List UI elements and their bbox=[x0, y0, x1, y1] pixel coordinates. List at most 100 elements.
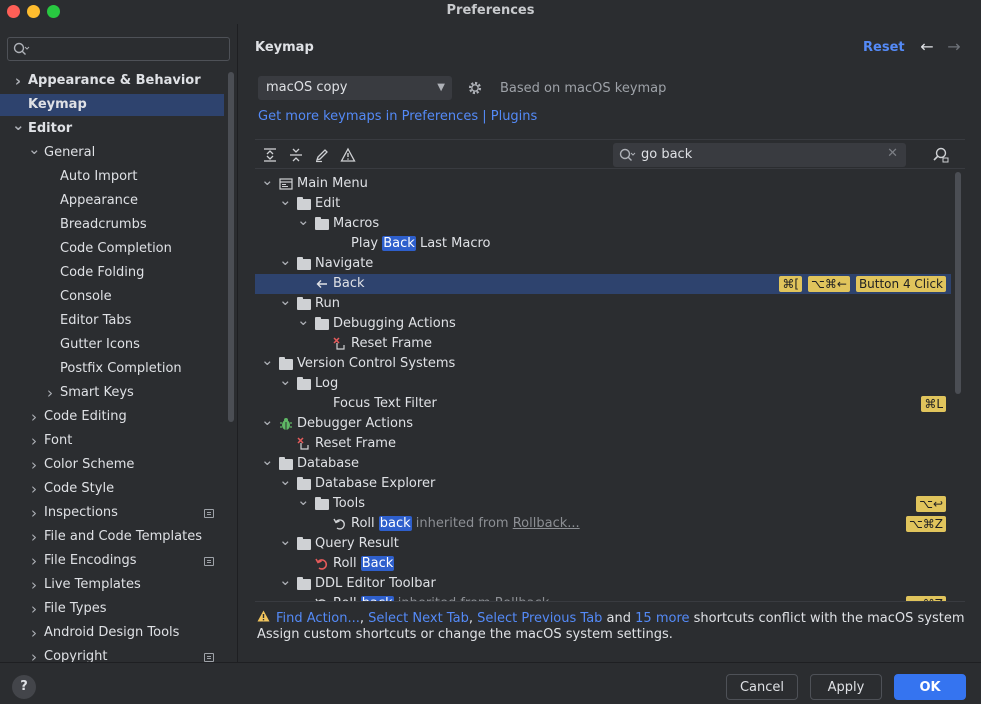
settings-search-input[interactable] bbox=[7, 37, 230, 61]
chevron-right-icon[interactable]: › bbox=[28, 574, 40, 596]
tree-row[interactable]: ⌄ DDL Editor Toolbar bbox=[255, 573, 951, 594]
sidebar-item-file-and-code-templates[interactable]: › File and Code Templates bbox=[0, 526, 224, 548]
tree-row[interactable]: ⌄ Version Control Systems bbox=[255, 353, 951, 374]
reset-button[interactable]: Reset bbox=[863, 40, 905, 55]
tree-row[interactable]: ⌄ Tools ⌥↩ bbox=[255, 493, 951, 514]
sidebar-item-copyright[interactable]: › Copyright bbox=[0, 646, 224, 662]
sidebar-item-auto-import[interactable]: Auto Import bbox=[0, 166, 224, 188]
sidebar-item-editor-tabs[interactable]: Editor Tabs bbox=[0, 310, 224, 332]
sidebar-item-color-scheme[interactable]: › Color Scheme bbox=[0, 454, 224, 476]
collapse-all-icon[interactable] bbox=[288, 147, 304, 163]
tree-row[interactable]: ⌄ Log bbox=[255, 373, 951, 394]
sidebar-item-appearance-behavior[interactable]: › Appearance & Behavior bbox=[0, 70, 224, 92]
sidebar-item-inspections[interactable]: › Inspections bbox=[0, 502, 224, 524]
chevron-right-icon[interactable]: › bbox=[44, 382, 56, 404]
inherited-action-link[interactable]: Rollback... bbox=[513, 516, 580, 531]
tree-row[interactable]: ⌄ Main Menu bbox=[255, 173, 951, 194]
tree-row[interactable]: Roll back inherited from Rollback ⌥⌘Z bbox=[255, 594, 951, 601]
find-action-link[interactable]: Find Action... bbox=[276, 611, 360, 626]
chevron-down-icon[interactable]: ⌄ bbox=[261, 353, 274, 368]
cancel-button[interactable]: Cancel bbox=[726, 674, 798, 700]
sidebar-item-keymap[interactable]: Keymap bbox=[0, 94, 224, 116]
tree-row[interactable]: Reset Frame bbox=[255, 334, 951, 354]
chevron-right-icon[interactable]: › bbox=[28, 526, 40, 548]
chevron-down-icon[interactable]: ⌄ bbox=[261, 173, 274, 188]
select-previous-tab-link[interactable]: Select Previous Tab bbox=[477, 611, 602, 626]
action-search-input[interactable]: go back ✕ bbox=[613, 143, 906, 167]
chevron-down-icon[interactable]: ⌄ bbox=[297, 213, 310, 228]
apply-button[interactable]: Apply bbox=[810, 674, 882, 700]
sidebar-item-code-style[interactable]: › Code Style bbox=[0, 478, 224, 500]
chevron-right-icon[interactable]: › bbox=[28, 550, 40, 572]
sidebar-item-code-folding[interactable]: Code Folding bbox=[0, 262, 224, 284]
more-conflicts-link[interactable]: 15 more bbox=[635, 611, 689, 626]
sidebar-item-file-encodings[interactable]: › File Encodings bbox=[0, 550, 224, 572]
sidebar-item-file-types[interactable]: › File Types bbox=[0, 598, 224, 620]
sidebar-item-general[interactable]: ⌄ General bbox=[0, 142, 224, 164]
chevron-down-icon[interactable]: ⌄ bbox=[261, 413, 274, 428]
chevron-right-icon[interactable]: › bbox=[28, 598, 40, 620]
select-next-tab-link[interactable]: Select Next Tab bbox=[368, 611, 469, 626]
chevron-right-icon[interactable]: › bbox=[28, 406, 40, 428]
tree-row[interactable]: Play Back Last Macro bbox=[255, 234, 951, 254]
sidebar-item-breadcrumbs[interactable]: Breadcrumbs bbox=[0, 214, 224, 236]
tree-row[interactable]: ⌄ Edit bbox=[255, 193, 951, 214]
expand-all-icon[interactable] bbox=[262, 147, 278, 163]
clear-search-icon[interactable]: ✕ bbox=[887, 146, 898, 161]
tree-row[interactable]: ⌄ Macros bbox=[255, 213, 951, 234]
tree-row[interactable]: ⌄ Database bbox=[255, 453, 951, 474]
chevron-right-icon[interactable]: › bbox=[28, 454, 40, 476]
help-button[interactable]: ? bbox=[12, 675, 36, 699]
tree-row[interactable]: ⌄ Debugging Actions bbox=[255, 313, 951, 334]
chevron-down-icon[interactable]: ⌄ bbox=[297, 313, 310, 328]
chevron-down-icon[interactable]: ⌄ bbox=[279, 253, 292, 268]
chevron-down-icon[interactable]: ⌄ bbox=[261, 453, 274, 468]
sidebar-item-postfix-completion[interactable]: Postfix Completion bbox=[0, 358, 224, 380]
edit-shortcut-icon[interactable] bbox=[314, 147, 330, 163]
chevron-right-icon[interactable]: › bbox=[28, 622, 40, 644]
ok-button[interactable]: OK bbox=[894, 674, 966, 700]
chevron-down-icon[interactable]: ⌄ bbox=[279, 533, 292, 548]
tree-row[interactable]: ⌄ Query Result bbox=[255, 533, 951, 554]
chevron-down-icon[interactable]: ⌄ bbox=[297, 493, 310, 508]
sidebar-item-editor[interactable]: ⌄ Editor bbox=[0, 118, 224, 140]
keymap-select[interactable]: macOS copy ▼ bbox=[258, 76, 452, 100]
chevron-down-icon[interactable]: ⌄ bbox=[279, 473, 292, 488]
sidebar-item-appearance[interactable]: Appearance bbox=[0, 190, 224, 212]
warning-icon[interactable] bbox=[340, 147, 356, 163]
chevron-down-icon[interactable]: ⌄ bbox=[279, 573, 292, 588]
sidebar-item-smart-keys[interactable]: › Smart Keys bbox=[0, 382, 224, 404]
chevron-right-icon[interactable]: › bbox=[28, 646, 40, 662]
sidebar-item-code-editing[interactable]: › Code Editing bbox=[0, 406, 224, 428]
chevron-right-icon[interactable]: › bbox=[28, 502, 40, 524]
sidebar-item-gutter-icons[interactable]: Gutter Icons bbox=[0, 334, 224, 356]
tree-scrollbar[interactable] bbox=[955, 172, 961, 394]
tree-row[interactable]: ⌄ Run bbox=[255, 293, 951, 314]
sidebar-item-console[interactable]: Console bbox=[0, 286, 224, 308]
sidebar-item-code-completion[interactable]: Code Completion bbox=[0, 238, 224, 260]
chevron-down-icon[interactable]: ⌄ bbox=[279, 293, 292, 308]
chevron-down-icon[interactable]: ⌄ bbox=[28, 142, 41, 164]
get-more-keymaps-link[interactable]: Get more keymaps in Preferences | Plugin… bbox=[258, 109, 537, 124]
tree-row[interactable]: ⌄ Navigate bbox=[255, 253, 951, 274]
tree-row[interactable]: ⌄ Database Explorer bbox=[255, 473, 951, 494]
tree-row[interactable]: Roll Back bbox=[255, 554, 951, 574]
tree-row[interactable]: ⌄ Debugger Actions bbox=[255, 413, 951, 434]
tree-row[interactable]: Back ⌘[⌥⌘← Button 4 Click bbox=[255, 274, 951, 294]
tree-row[interactable]: Focus Text Filter ⌘L bbox=[255, 394, 951, 414]
sidebar-item-android-design-tools[interactable]: › Android Design Tools bbox=[0, 622, 224, 644]
chevron-right-icon[interactable]: › bbox=[12, 70, 24, 92]
chevron-right-icon[interactable]: › bbox=[28, 478, 40, 500]
tree-row[interactable]: Reset Frame bbox=[255, 434, 951, 454]
arrow-left-icon[interactable]: ← bbox=[918, 37, 936, 57]
gear-icon[interactable] bbox=[467, 80, 483, 96]
sidebar-item-live-templates[interactable]: › Live Templates bbox=[0, 574, 224, 596]
chevron-down-icon[interactable]: ⌄ bbox=[12, 118, 25, 140]
chevron-down-icon[interactable]: ⌄ bbox=[279, 373, 292, 388]
sidebar-scrollbar[interactable] bbox=[228, 72, 234, 422]
chevron-down-icon[interactable]: ⌄ bbox=[279, 193, 292, 208]
sidebar-item-font[interactable]: › Font bbox=[0, 430, 224, 452]
tree-row[interactable]: Roll back inherited from Rollback... ⌥⌘Z bbox=[255, 514, 951, 534]
chevron-right-icon[interactable]: › bbox=[28, 430, 40, 452]
arrow-right-icon[interactable]: → bbox=[945, 37, 963, 57]
